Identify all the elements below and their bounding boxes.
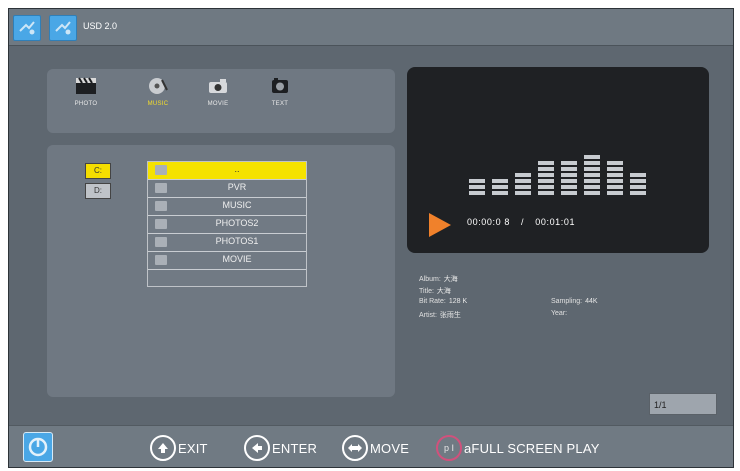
equalizer-bar-segment (630, 179, 646, 183)
category-panel: PHOTO MUSIC MOVIE TEXT (47, 69, 395, 133)
equalizer-bar-segment (561, 167, 577, 171)
equalizer-bar-segment (538, 179, 554, 183)
page-indicator: 1/1 (649, 393, 717, 415)
usb-icon[interactable] (13, 15, 41, 41)
equalizer-bar-segment (630, 185, 646, 189)
music-preview-window: 00:00:0 8 / 00:01:01 (407, 67, 709, 253)
equalizer-bar-segment (584, 185, 600, 189)
list-item[interactable]: PVR (148, 180, 306, 198)
equalizer-bar-segment (584, 155, 600, 159)
text-icon (272, 78, 288, 93)
equalizer-bar-segment (515, 191, 531, 195)
equalizer-bar-segment (492, 185, 508, 189)
usb-title: USD 2.0 (83, 21, 118, 31)
equalizer-bar-segment (538, 161, 554, 165)
equalizer-bar-segment (492, 191, 508, 195)
equalizer-bar-segment (607, 173, 623, 177)
equalizer-bar-segment (607, 191, 623, 195)
folder-icon (155, 219, 167, 229)
move-hint[interactable]: MOVE (342, 435, 409, 461)
equalizer-bar-segment (561, 191, 577, 195)
equalizer-bar-segment (561, 185, 577, 189)
equalizer-bar-segment (607, 167, 623, 171)
folder-icon (155, 255, 167, 265)
file-browser-panel: C: D: .. PVR MUSIC PHOTOS2 PHOTOS1 MOVIE (47, 145, 395, 397)
category-music[interactable]: MUSIC (133, 77, 183, 107)
equalizer-bar-segment (515, 173, 531, 177)
time-separator: / (521, 217, 525, 227)
equalizer-bar-segment (538, 191, 554, 195)
folder-icon (155, 201, 167, 211)
year-info: Year: (551, 310, 568, 317)
equalizer-bar-segment (584, 161, 600, 165)
equalizer-bar-segment (630, 191, 646, 195)
playback-time: 00:00:0 8 / 00:01:01 (467, 217, 575, 227)
list-item[interactable]: MUSIC (148, 198, 306, 216)
play-pause-icon: p I (436, 435, 462, 461)
storage-icon[interactable] (49, 15, 77, 41)
list-item[interactable]: PHOTOS2 (148, 216, 306, 234)
enter-hint[interactable]: ENTER (244, 435, 317, 461)
category-text[interactable]: TEXT (255, 77, 305, 107)
up-arrow-icon (150, 435, 176, 461)
equalizer-bar-segment (492, 179, 508, 183)
bitrate-info: Bit Rate: 128 K (419, 298, 468, 305)
empty-row (148, 270, 306, 287)
equalizer-bar-segment (584, 179, 600, 183)
folder-icon (155, 237, 167, 247)
music-disc-icon (149, 78, 168, 94)
sampling-info: Sampling: 44K (551, 298, 598, 305)
exit-hint[interactable]: EXIT (150, 435, 208, 461)
equalizer-bar-segment (538, 185, 554, 189)
fullscreen-play-hint[interactable]: p I aFULL SCREEN PLAY (436, 435, 600, 461)
equalizer-bar-segment (561, 173, 577, 177)
equalizer-bar-segment (584, 173, 600, 177)
list-item[interactable]: MOVIE (148, 252, 306, 270)
equalizer-bar-segment (469, 185, 485, 189)
camera-icon (209, 79, 227, 93)
folder-icon (155, 183, 167, 193)
drive-d[interactable]: D: (85, 183, 111, 199)
equalizer-visual (469, 155, 646, 195)
brand-logo-icon (23, 432, 53, 462)
equalizer-bar-segment (515, 179, 531, 183)
equalizer-bar-segment (607, 161, 623, 165)
left-right-arrow-icon (342, 435, 368, 461)
equalizer-bar-segment (607, 179, 623, 183)
equalizer-bar-segment (469, 179, 485, 183)
equalizer-bar-segment (538, 167, 554, 171)
equalizer-bar-segment (538, 173, 554, 177)
category-movie[interactable]: MOVIE (193, 77, 243, 107)
top-bar: USD 2.0 (9, 9, 733, 46)
title-info: Title: 大海 (419, 288, 451, 295)
equalizer-bar-segment (630, 173, 646, 177)
equalizer-bar-segment (584, 167, 600, 171)
elapsed-time: 00:00:0 8 (467, 217, 510, 227)
equalizer-bar-segment (561, 179, 577, 183)
album-info: Album: 大海 (419, 276, 458, 283)
equalizer-bar-segment (469, 191, 485, 195)
category-photo[interactable]: PHOTO (61, 77, 111, 107)
bottom-hint-bar: EXIT ENTER MOVE p I aFULL SCREEN PLAY (9, 425, 733, 467)
play-icon[interactable] (429, 213, 451, 237)
equalizer-bar-segment (561, 161, 577, 165)
folder-up-icon (155, 165, 167, 175)
equalizer-bar-segment (607, 185, 623, 189)
list-item[interactable]: PHOTOS1 (148, 234, 306, 252)
file-list: .. PVR MUSIC PHOTOS2 PHOTOS1 MOVIE (147, 161, 307, 287)
equalizer-bar-segment (515, 185, 531, 189)
left-arrow-icon (244, 435, 270, 461)
media-player-screen: USD 2.0 PHOTO MUSIC MOVIE TEXT C: D: .. (8, 8, 734, 468)
drive-c[interactable]: C: (85, 163, 111, 179)
list-item[interactable]: .. (148, 162, 306, 180)
artist-info: Artist: 张雨生 (419, 312, 461, 319)
total-time: 00:01:01 (535, 217, 576, 227)
equalizer-bar-segment (584, 191, 600, 195)
film-clapper-icon (76, 77, 96, 94)
